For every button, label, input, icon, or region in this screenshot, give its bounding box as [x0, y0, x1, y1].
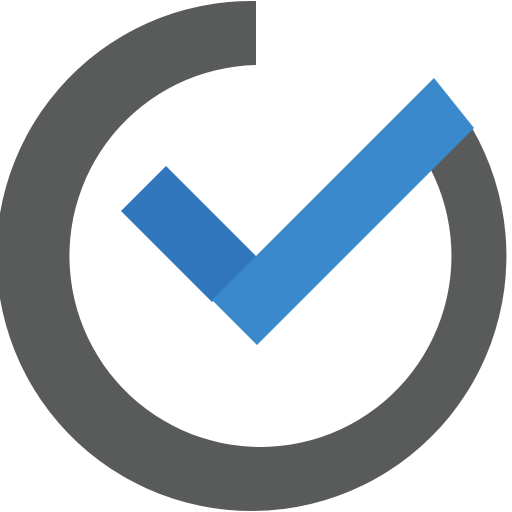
checkmark-progress-circle-icon	[0, 0, 507, 511]
app-icon-canvas	[0, 0, 512, 512]
checkmark-long-leg	[212, 78, 474, 345]
